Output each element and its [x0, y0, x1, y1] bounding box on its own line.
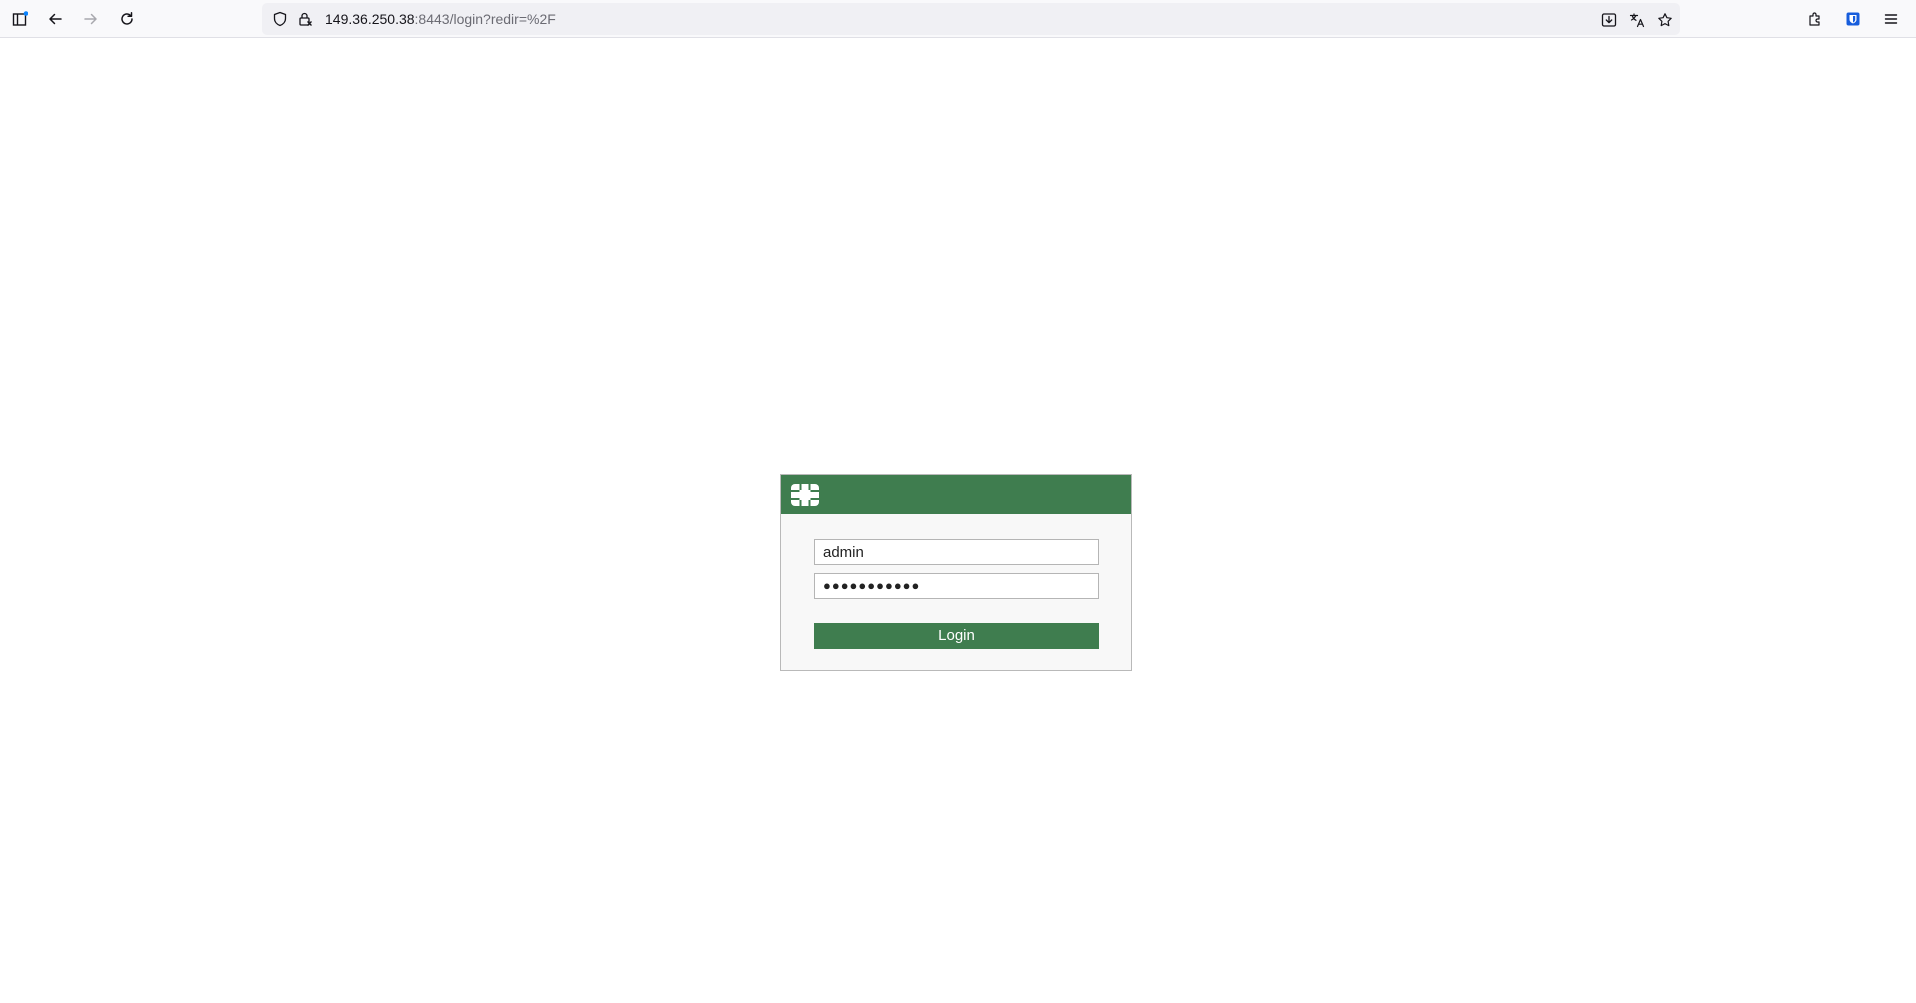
url-host: 149.36.250.38 [325, 11, 415, 27]
bitwarden-icon[interactable] [1840, 6, 1866, 32]
sidebar-icon[interactable] [7, 6, 33, 32]
browser-toolbar: 149.36.250.38:8443/login?redir=%2F [0, 0, 1916, 38]
address-bar[interactable]: 149.36.250.38:8443/login?redir=%2F [262, 3, 1680, 35]
password-input[interactable]: ●●●●●●●●●●● [814, 573, 1099, 599]
login-header [781, 475, 1131, 514]
username-input[interactable] [814, 539, 1099, 565]
save-page-icon[interactable] [1600, 11, 1618, 29]
login-button[interactable]: Login [814, 623, 1099, 649]
url-text[interactable]: 149.36.250.38:8443/login?redir=%2F [325, 11, 556, 27]
url-path: :8443/login?redir=%2F [414, 11, 556, 27]
forward-button[interactable] [78, 6, 104, 32]
extensions-icon[interactable] [1802, 6, 1828, 32]
back-arrow-icon [49, 13, 62, 25]
forward-arrow-icon [84, 13, 97, 25]
reload-button[interactable] [114, 6, 140, 32]
reload-icon [121, 12, 133, 25]
star-icon[interactable] [1656, 11, 1674, 29]
lock-icon[interactable] [297, 11, 313, 27]
hamburger-menu-icon[interactable] [1878, 6, 1904, 32]
login-panel: ●●●●●●●●●●● Login [780, 474, 1132, 671]
back-button[interactable] [42, 6, 68, 32]
translate-icon[interactable] [1628, 11, 1646, 29]
fortinet-logo-icon [791, 484, 819, 506]
shield-icon[interactable] [272, 11, 288, 27]
